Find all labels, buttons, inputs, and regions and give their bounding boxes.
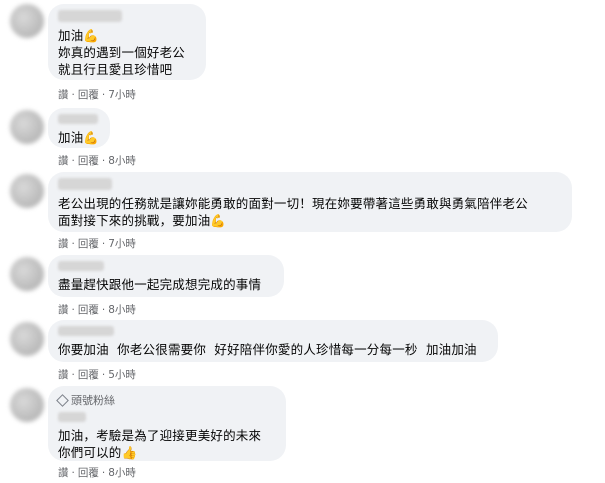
diamond-icon xyxy=(56,393,69,407)
comment-text: 加油，考驗是為了迎接更美好的未來 你們可以的👍 xyxy=(58,428,262,460)
timestamp[interactable]: 8小時 xyxy=(108,465,136,480)
timestamp[interactable]: 8小時 xyxy=(108,153,136,168)
comment-bubble: 加油💪 妳真的遇到一個好老公 就且行且愛且珍惜吧 xyxy=(48,4,206,80)
comment-text: 老公出現的任務就是讓妳能勇敢的面對一切！現在妳要帶著這些勇敢與勇氣陪伴老公 面對… xyxy=(58,196,528,228)
reply-button[interactable]: 回覆 xyxy=(78,236,99,251)
avatar[interactable] xyxy=(10,174,44,208)
comment-bubble: 老公出現的任務就是讓妳能勇敢的面對一切！現在妳要帶著這些勇敢與勇氣陪伴老公 面對… xyxy=(48,172,572,232)
separator: · xyxy=(101,368,106,381)
comment-actions: 讚 · 回覆 · 7小時 xyxy=(58,87,136,102)
comment-bubble: 加油💪 xyxy=(48,108,110,148)
separator: · xyxy=(101,303,106,316)
timestamp[interactable]: 7小時 xyxy=(108,236,136,251)
comment-actions: 讚 · 回覆 · 8小時 xyxy=(58,302,136,317)
comment-actions: 讚 · 回覆 · 7小時 xyxy=(58,236,136,251)
like-button[interactable]: 讚 xyxy=(58,367,69,382)
top-fan-badge[interactable]: 頭號粉絲 xyxy=(56,392,276,408)
reply-button[interactable]: 回覆 xyxy=(78,87,99,102)
author-name-blurred[interactable] xyxy=(58,178,112,190)
avatar[interactable] xyxy=(10,257,44,291)
avatar[interactable] xyxy=(10,322,44,356)
comment-text: 盡量趕快跟他一起完成想完成的事情 xyxy=(58,277,262,292)
author-name-blurred[interactable] xyxy=(58,261,104,271)
timestamp[interactable]: 7小時 xyxy=(108,87,136,102)
separator: · xyxy=(71,368,75,381)
comment-actions: 讚 · 回覆 · 5小時 xyxy=(58,367,136,382)
comment-bubble: 盡量趕快跟他一起完成想完成的事情 xyxy=(48,255,284,297)
like-button[interactable]: 讚 xyxy=(58,153,69,168)
timestamp[interactable]: 8小時 xyxy=(108,302,136,317)
separator: · xyxy=(101,466,106,479)
author-name-blurred[interactable] xyxy=(58,114,98,124)
separator: · xyxy=(71,88,75,101)
comment-actions: 讚 · 回覆 · 8小時 xyxy=(58,153,136,168)
timestamp[interactable]: 5小時 xyxy=(108,367,136,382)
badge-label: 頭號粉絲 xyxy=(71,394,115,407)
comment-actions: 讚 · 回覆 · 8小時 xyxy=(58,465,136,480)
separator: · xyxy=(101,154,106,167)
author-name-blurred[interactable] xyxy=(58,412,86,422)
separator: · xyxy=(71,237,75,250)
like-button[interactable]: 讚 xyxy=(58,236,69,251)
reply-button[interactable]: 回覆 xyxy=(78,153,99,168)
separator: · xyxy=(71,303,75,316)
author-name-blurred[interactable] xyxy=(58,326,114,336)
author-name-blurred[interactable] xyxy=(58,10,122,22)
avatar[interactable] xyxy=(10,4,44,38)
comment-text: 加油💪 妳真的遇到一個好老公 就且行且愛且珍惜吧 xyxy=(58,28,186,77)
reply-button[interactable]: 回覆 xyxy=(78,367,99,382)
comment-bubble: 頭號粉絲 加油，考驗是為了迎接更美好的未來 你們可以的👍 xyxy=(48,386,286,461)
comment-bubble: 你要加油 你老公很需要你 好好陪伴你愛的人珍惜每一分每一秒 加油加油 xyxy=(48,320,498,362)
comment-text: 你要加油 你老公很需要你 好好陪伴你愛的人珍惜每一分每一秒 加油加油 xyxy=(58,342,477,357)
like-button[interactable]: 讚 xyxy=(58,302,69,317)
avatar[interactable] xyxy=(10,388,44,422)
avatar[interactable] xyxy=(10,110,44,144)
like-button[interactable]: 讚 xyxy=(58,87,69,102)
separator: · xyxy=(101,237,106,250)
like-button[interactable]: 讚 xyxy=(58,465,69,480)
reply-button[interactable]: 回覆 xyxy=(78,302,99,317)
separator: · xyxy=(71,154,75,167)
separator: · xyxy=(71,466,75,479)
comment-text: 加油💪 xyxy=(58,130,100,145)
separator: · xyxy=(101,88,106,101)
reply-button[interactable]: 回覆 xyxy=(78,465,99,480)
